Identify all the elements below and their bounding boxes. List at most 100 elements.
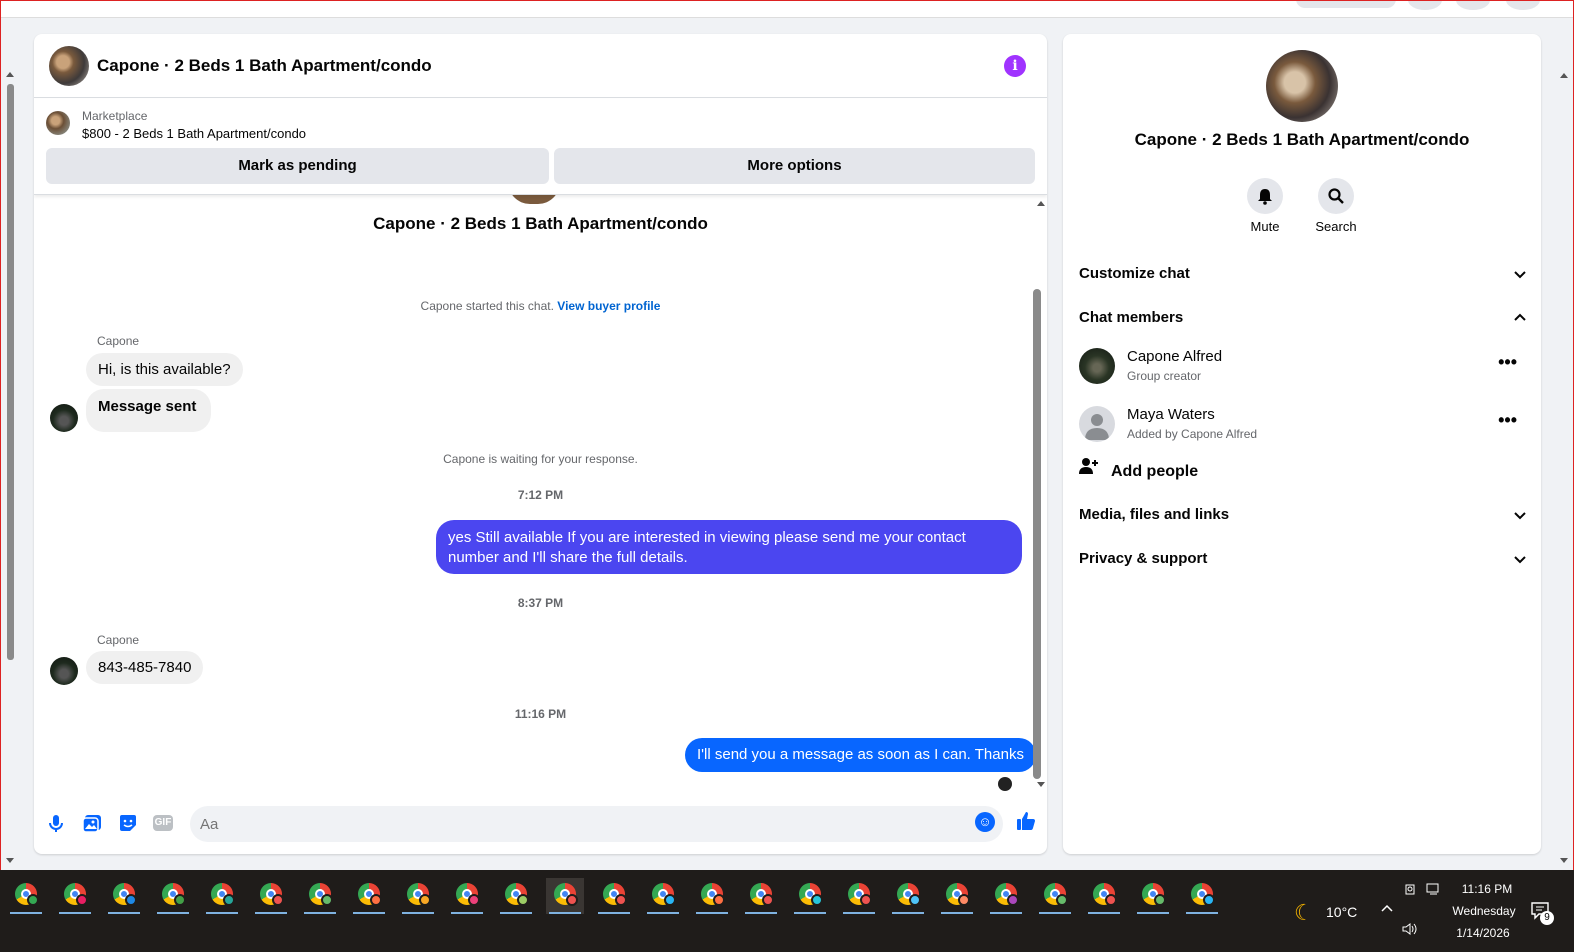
incoming-message[interactable]: Hi, is this available?: [86, 353, 243, 386]
media-files-section[interactable]: Media, files and links: [1079, 497, 1527, 533]
chat-members-section[interactable]: Chat members: [1079, 300, 1527, 336]
taskbar-chrome-app[interactable]: [154, 878, 192, 914]
right-scroll-up-icon[interactable]: [1560, 73, 1568, 78]
taskbar-chrome-app[interactable]: [1134, 878, 1172, 914]
microphone-icon[interactable]: [45, 812, 67, 834]
mark-as-pending-button[interactable]: Mark as pending: [46, 148, 549, 184]
scrollbar-thumb[interactable]: [7, 84, 14, 660]
running-indicator: [745, 912, 777, 914]
more-options-button[interactable]: More options: [554, 148, 1035, 184]
taskbar-chrome-app[interactable]: [693, 878, 731, 914]
member-name[interactable]: Maya Waters: [1127, 406, 1215, 423]
conversation-avatar-large[interactable]: [1266, 50, 1338, 122]
more-options-icon[interactable]: •••: [1498, 410, 1517, 431]
running-indicator: [1039, 912, 1071, 914]
taskbar-chrome-app[interactable]: [791, 878, 829, 914]
right-scroll-down-icon[interactable]: [1560, 858, 1568, 863]
messenger-icon[interactable]: [1456, 0, 1490, 10]
messages-scrollbar[interactable]: [1031, 199, 1043, 789]
profile-badge-icon: [272, 894, 284, 906]
taskbar-chrome-app[interactable]: [742, 878, 780, 914]
taskbar-chrome-app[interactable]: [987, 878, 1025, 914]
taskbar-chrome-app[interactable]: [252, 878, 290, 914]
account-avatar[interactable]: [1506, 0, 1540, 10]
outgoing-message[interactable]: yes Still available If you are intereste…: [436, 520, 1022, 574]
network-icon[interactable]: [1426, 882, 1442, 899]
member-row[interactable]: Capone Alfred Group creator •••: [1079, 344, 1527, 392]
member-name[interactable]: Capone Alfred: [1127, 348, 1222, 365]
profile-badge-icon: [517, 894, 529, 906]
temperature[interactable]: 10°C: [1326, 904, 1357, 920]
sticker-icon[interactable]: [117, 812, 139, 834]
taskbar-chrome-app[interactable]: [497, 878, 535, 914]
volume-icon[interactable]: [1402, 922, 1418, 939]
taskbar-chrome-app[interactable]: [644, 878, 682, 914]
page-scrollbar[interactable]: [4, 70, 16, 870]
emoji-icon[interactable]: ☺: [975, 812, 995, 832]
taskbar-chrome-app[interactable]: [1183, 878, 1221, 914]
member-row[interactable]: Maya Waters Added by Capone Alfred •••: [1079, 402, 1527, 450]
clock-time[interactable]: 11:16 PM: [1457, 882, 1517, 896]
meet-now-icon[interactable]: [1404, 882, 1418, 899]
more-options-icon[interactable]: •••: [1498, 352, 1517, 373]
photo-icon[interactable]: [81, 812, 103, 834]
taskbar-chrome-app[interactable]: [889, 878, 927, 914]
taskbar-chrome-app[interactable]: [938, 878, 976, 914]
view-buyer-profile-link[interactable]: View buyer profile: [557, 299, 660, 313]
message-input[interactable]: [190, 806, 1003, 842]
outgoing-message[interactable]: I'll send you a message as soon as I can…: [685, 738, 1036, 772]
search-label[interactable]: Search: [1306, 219, 1366, 234]
taskbar-chrome-app[interactable]: [448, 878, 486, 914]
messages-scroll-up-icon[interactable]: [1037, 201, 1045, 206]
clock-day[interactable]: Wednesday: [1449, 904, 1519, 918]
taskbar-chrome-app[interactable]: [301, 878, 339, 914]
timestamp: 11:16 PM: [514, 707, 567, 721]
profile-badge-icon: [76, 894, 88, 906]
incoming-message-sent-card[interactable]: Message sent: [86, 389, 212, 432]
taskbar-chrome-app[interactable]: [203, 878, 241, 914]
bell-icon[interactable]: [1247, 178, 1283, 214]
menu-icon[interactable]: [1408, 0, 1442, 10]
customize-chat-section[interactable]: Customize chat: [1079, 256, 1527, 292]
running-indicator: [843, 912, 875, 914]
gif-icon[interactable]: GIF: [153, 815, 173, 831]
mute-label[interactable]: Mute: [1235, 219, 1295, 234]
taskbar-chrome-app[interactable]: [1036, 878, 1074, 914]
taskbar-chrome-app[interactable]: [7, 878, 45, 914]
profile-badge-icon: [1007, 894, 1019, 906]
top-search-pill[interactable]: [1296, 0, 1396, 8]
search-icon[interactable]: [1318, 178, 1354, 214]
profile-badge-icon: [860, 894, 872, 906]
sender-avatar[interactable]: [50, 657, 78, 685]
chevron-up-icon[interactable]: [1380, 902, 1394, 919]
thumbs-up-icon[interactable]: [1014, 810, 1038, 834]
profile-badge-icon: [125, 894, 137, 906]
clock-date[interactable]: 1/14/2026: [1452, 926, 1514, 940]
info-icon[interactable]: i: [1004, 55, 1026, 77]
taskbar-chrome-app[interactable]: [595, 878, 633, 914]
moon-weather-icon[interactable]: ☾: [1294, 900, 1314, 926]
scroll-down-arrow-icon[interactable]: [6, 858, 14, 863]
chat-title[interactable]: Capone · 2 Beds 1 Bath Apartment/condo: [97, 56, 432, 76]
taskbar-chrome-app[interactable]: [350, 878, 388, 914]
sender-avatar[interactable]: [50, 404, 78, 432]
listing-thumbnail[interactable]: [46, 111, 70, 135]
taskbar-chrome-app[interactable]: [546, 878, 584, 914]
add-people-button[interactable]: Add people: [1079, 454, 1527, 490]
add-people-label: Add people: [1111, 463, 1199, 481]
privacy-support-section[interactable]: Privacy & support: [1079, 541, 1527, 577]
taskbar-chrome-app[interactable]: [399, 878, 437, 914]
member-avatar-placeholder[interactable]: [1079, 406, 1115, 442]
taskbar-chrome-app[interactable]: [840, 878, 878, 914]
privacy-support-label: Privacy & support: [1079, 550, 1208, 567]
messages-scroll-down-icon[interactable]: [1037, 782, 1045, 787]
conversation-avatar[interactable]: [49, 45, 89, 86]
taskbar-chrome-app[interactable]: [1085, 878, 1123, 914]
taskbar-chrome-app[interactable]: [105, 878, 143, 914]
taskbar-chrome-app[interactable]: [56, 878, 94, 914]
incoming-message[interactable]: 843-485-7840: [86, 651, 204, 684]
messages-scrollbar-thumb[interactable]: [1033, 289, 1041, 779]
listing-title[interactable]: $800 - 2 Beds 1 Bath Apartment/condo: [82, 126, 306, 141]
scroll-up-arrow-icon[interactable]: [6, 72, 14, 77]
member-avatar[interactable]: [1079, 348, 1115, 384]
